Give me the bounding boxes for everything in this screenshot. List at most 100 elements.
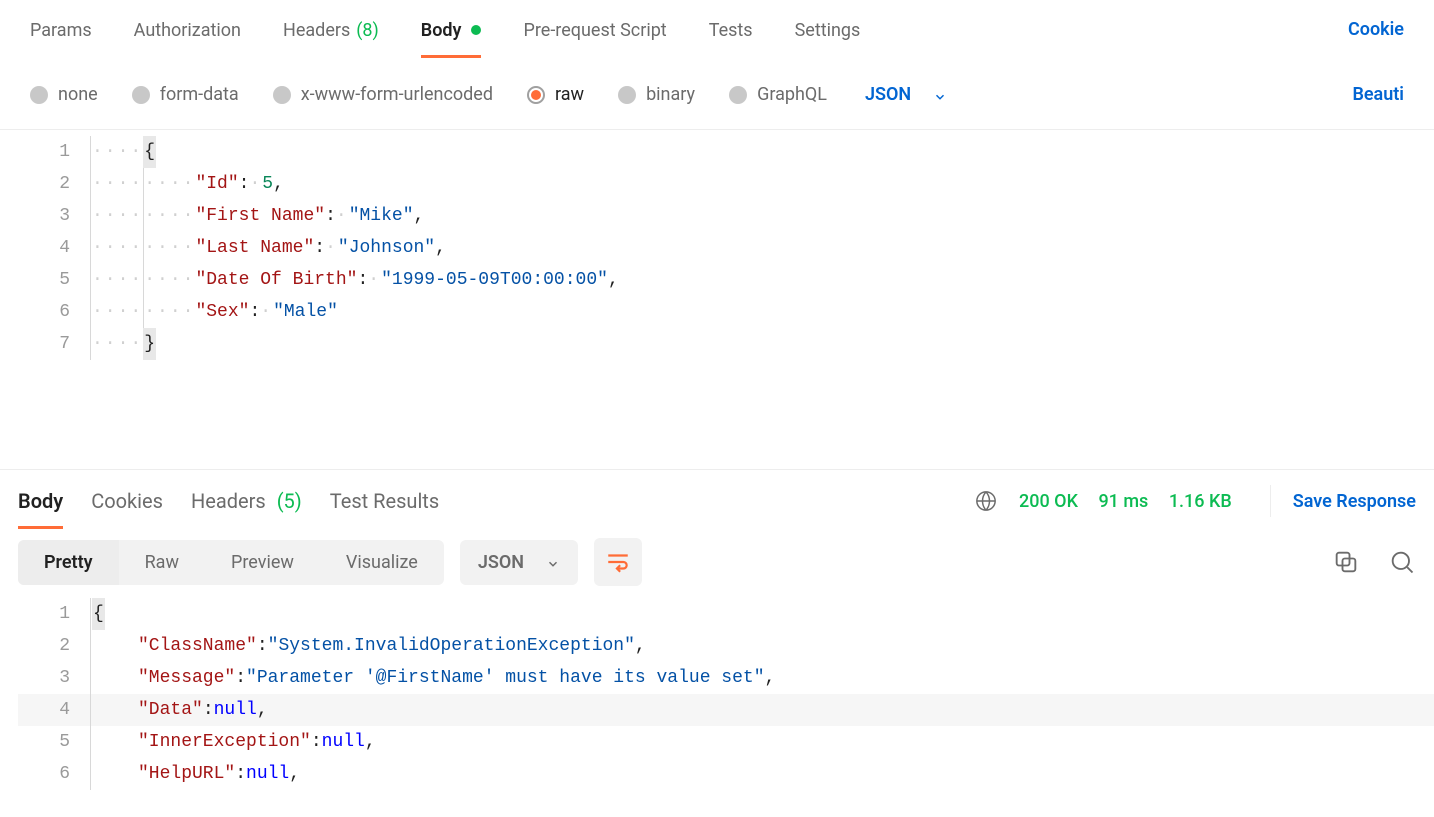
search-button[interactable] (1388, 548, 1416, 576)
code-key: "First Name" (195, 200, 325, 232)
radio-icon (30, 86, 48, 104)
code-value: "Parameter '@FirstName' must have its va… (246, 662, 764, 694)
view-visualize[interactable]: Visualize (320, 540, 444, 585)
status-time: 91 ms (1098, 491, 1148, 512)
body-type-none[interactable]: none (30, 84, 98, 105)
copy-button[interactable] (1332, 548, 1360, 576)
beautify-link[interactable]: Beauti (1352, 84, 1404, 105)
body-modified-dot (471, 25, 481, 35)
view-mode-group: Pretty Raw Preview Visualize (18, 540, 444, 585)
tab-headers-label: Headers (283, 20, 350, 41)
line-number: 7 (18, 328, 90, 360)
body-type-formdata[interactable]: form-data (132, 84, 239, 105)
body-type-urlencoded[interactable]: x-www-form-urlencoded (273, 84, 493, 105)
line-number: 3 (18, 662, 90, 694)
save-response-button[interactable]: Save Response (1293, 491, 1416, 512)
tab-headers-count: (8) (356, 20, 379, 41)
code-value: "Male" (273, 296, 338, 328)
code-brace: } (143, 328, 156, 360)
code-key: "Last Name" (195, 232, 314, 264)
status-size: 1.16 KB (1169, 491, 1232, 512)
tab-params[interactable]: Params (30, 2, 92, 58)
search-icon (1388, 548, 1416, 576)
line-number: 5 (18, 726, 90, 758)
code-value: null (214, 694, 257, 726)
resp-tab-headers-count: (5) (277, 489, 302, 513)
line-number: 5 (18, 264, 90, 296)
body-type-binary[interactable]: binary (618, 84, 695, 105)
resp-tab-headers[interactable]: Headers (5) (191, 473, 302, 529)
line-number: 6 (18, 296, 90, 328)
divider (1270, 485, 1271, 517)
view-raw[interactable]: Raw (119, 540, 205, 585)
response-body-editor[interactable]: 1 { 2 "ClassName": "System.InvalidOperat… (0, 592, 1434, 790)
tab-body[interactable]: Body (421, 2, 482, 58)
body-format-label: JSON (865, 84, 911, 105)
line-number: 4 (18, 232, 90, 264)
line-number: 2 (18, 168, 90, 200)
resp-tab-testresults[interactable]: Test Results (330, 473, 439, 529)
line-number: 4 (18, 694, 90, 726)
wrap-lines-button[interactable] (594, 538, 642, 586)
body-type-raw[interactable]: raw (527, 84, 584, 105)
body-type-binary-label: binary (646, 84, 695, 105)
resp-tab-cookies[interactable]: Cookies (91, 473, 163, 529)
body-type-none-label: none (58, 84, 98, 105)
line-number: 2 (18, 630, 90, 662)
body-type-formdata-label: form-data (160, 84, 239, 105)
body-format-dropdown[interactable]: JSON (865, 84, 947, 105)
response-tabs: Body Cookies Headers (5) Test Results 20… (0, 470, 1434, 532)
tab-tests[interactable]: Tests (709, 2, 753, 58)
cookies-link[interactable]: Cookie (1348, 19, 1404, 40)
request-tabs: Params Authorization Headers (8) Body Pr… (0, 0, 1434, 60)
tab-settings[interactable]: Settings (795, 2, 861, 58)
tab-prereq[interactable]: Pre-request Script (523, 2, 666, 58)
tab-authorization[interactable]: Authorization (134, 2, 241, 58)
code-brace: { (143, 136, 156, 168)
globe-icon[interactable] (975, 490, 997, 512)
code-value: "Mike" (349, 200, 414, 232)
response-status: 200 OK 91 ms 1.16 KB (1019, 491, 1248, 512)
line-number: 1 (18, 598, 90, 630)
code-key: "ClassName" (138, 630, 257, 662)
line-number: 3 (18, 200, 90, 232)
code-value: null (322, 726, 365, 758)
code-key: "Message" (138, 662, 235, 694)
code-value: "Johnson" (338, 232, 435, 264)
tab-body-label: Body (421, 20, 462, 41)
radio-icon (729, 86, 747, 104)
body-type-raw-label: raw (555, 84, 584, 105)
code-brace: { (92, 598, 105, 630)
radio-icon (132, 86, 150, 104)
code-value: 5 (262, 168, 273, 200)
code-value: null (246, 758, 289, 790)
status-code: 200 OK (1019, 491, 1078, 512)
wrap-icon (605, 549, 631, 575)
line-number: 6 (18, 758, 90, 790)
chevron-down-icon (933, 88, 947, 102)
code-key: "Id" (195, 168, 238, 200)
radio-icon (527, 86, 545, 104)
chevron-down-icon (546, 555, 560, 569)
code-value: "System.InvalidOperationException" (268, 630, 635, 662)
code-key: "HelpURL" (138, 758, 235, 790)
body-type-graphql[interactable]: GraphQL (729, 84, 827, 105)
resp-tab-body[interactable]: Body (18, 473, 63, 529)
request-body-editor[interactable]: 1 ····{ 2 ········"Id":·5, 3 ········"Fi… (0, 130, 1434, 470)
view-pretty[interactable]: Pretty (18, 540, 119, 585)
response-view-row: Pretty Raw Preview Visualize JSON (0, 532, 1434, 592)
radio-icon (273, 86, 291, 104)
body-type-graphql-label: GraphQL (757, 84, 827, 105)
body-type-row: none form-data x-www-form-urlencoded raw… (0, 60, 1434, 130)
copy-icon (1332, 548, 1360, 576)
code-key: "Data" (138, 694, 203, 726)
response-format-dropdown[interactable]: JSON (460, 540, 578, 585)
view-preview[interactable]: Preview (205, 540, 320, 585)
line-number: 1 (18, 136, 90, 168)
response-format-label: JSON (478, 552, 524, 573)
code-key: "Sex" (195, 296, 249, 328)
tab-headers[interactable]: Headers (8) (283, 2, 379, 58)
resp-tab-headers-label: Headers (191, 489, 266, 513)
body-type-urlencoded-label: x-www-form-urlencoded (301, 84, 493, 105)
code-value: "1999-05-09T00:00:00" (381, 264, 608, 296)
